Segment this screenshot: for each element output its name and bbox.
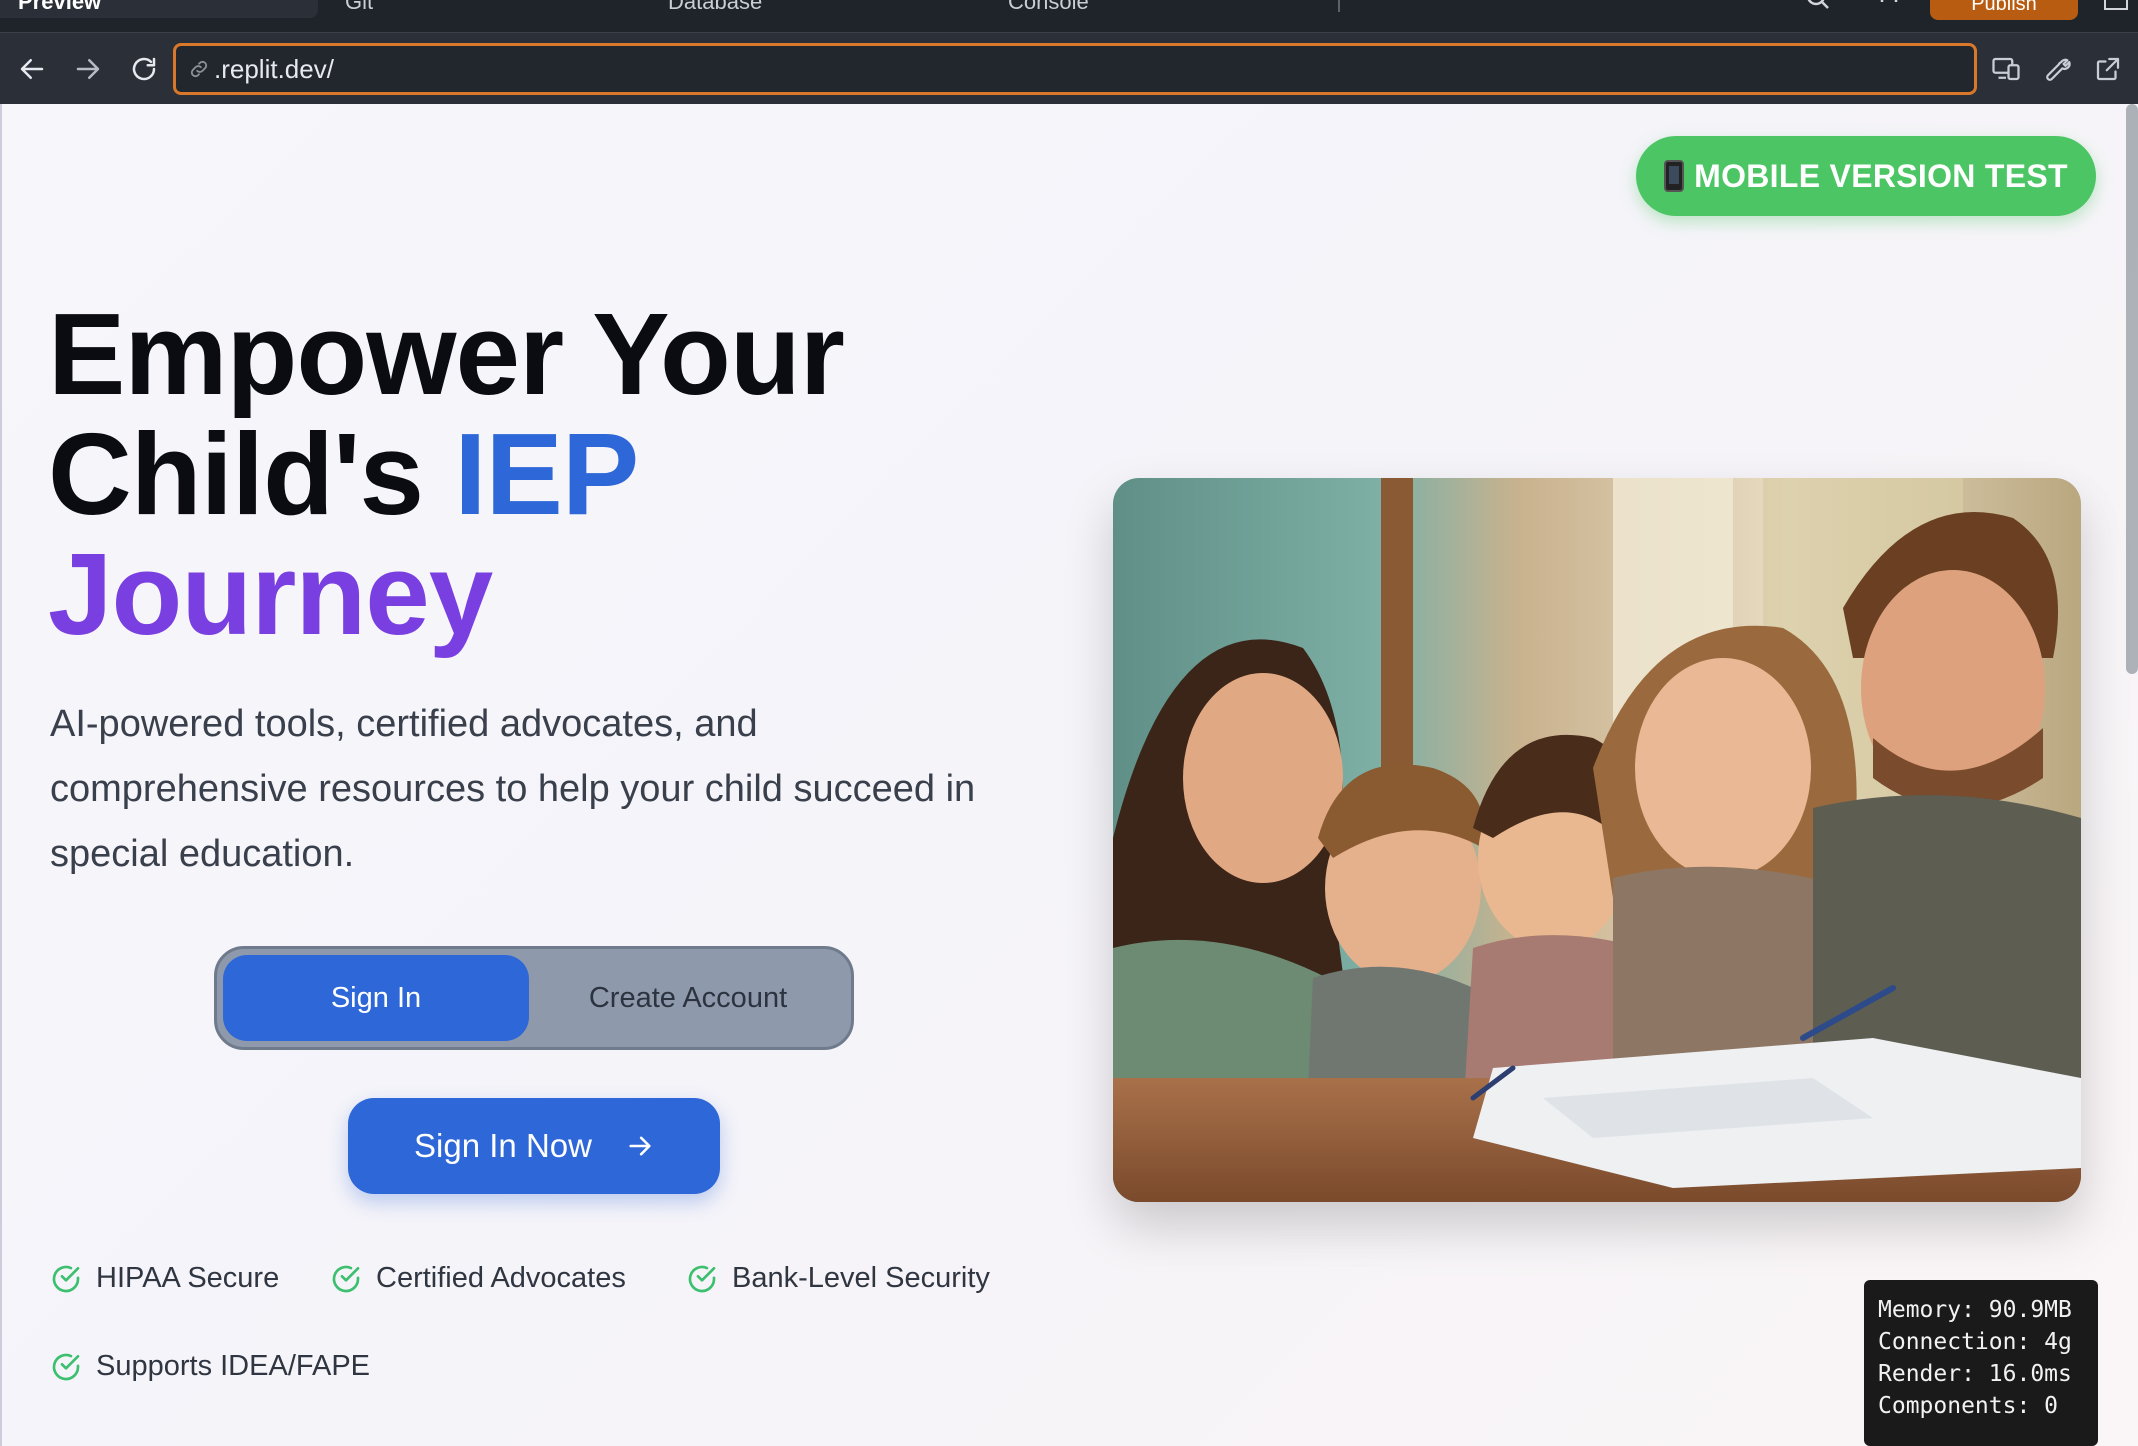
performance-monitor: Memory: 90.9MB Connection: 4g Render: 16… [1864,1280,2098,1446]
hero-title-line3: Journey [48,529,493,659]
search-icon[interactable] [1806,0,1832,12]
reload-icon [132,57,156,81]
trust-badge-label: Bank-Level Security [732,1262,990,1294]
perf-memory: Memory: 90.9MB [1878,1297,2072,1323]
mobile-phone-icon [1664,160,1685,192]
tab-console[interactable]: Console [1008,0,1089,18]
devices-button[interactable] [1988,51,2024,87]
ide-tab-strip: Preview Git Database Console Publish [0,0,2138,32]
back-button[interactable] [14,51,50,87]
open-external-button[interactable] [2090,51,2126,87]
mobile-version-test-label: MOBILE VERSION TEST [1694,157,2068,194]
publish-label: Publish [1971,0,2037,15]
perf-render: Render: 16.0ms [1878,1361,2072,1387]
hero-family-photo [1113,478,2081,1202]
devices-icon [1992,57,2020,81]
trust-badge: Supports IDEA/FAPE [50,1350,370,1383]
url-bar[interactable]: .replit.dev/ [173,43,1977,95]
add-user-icon[interactable] [1878,0,1904,12]
tab-preview-label: Preview [18,0,102,14]
trust-badge-label: Certified Advocates [376,1262,626,1294]
trust-badge: Bank-Level Security [686,1262,990,1295]
hero-title-line1: Empower Your [48,289,845,419]
tab-git[interactable]: Git [345,0,373,18]
mobile-version-test-button[interactable]: MOBILE VERSION TEST [1636,136,2096,216]
url-text: .replit.dev/ [214,53,334,84]
publish-button[interactable]: Publish [1930,0,2078,20]
preview-page: MOBILE VERSION TEST Empower Your Child's… [0,104,2138,1446]
sign-in-now-label: Sign In Now [414,1127,592,1164]
layout-icon[interactable] [2104,0,2128,10]
browser-toolbar: .replit.dev/ [0,32,2138,104]
hero-title-line2: Child's [48,409,455,539]
perf-components: Components: 0 [1878,1393,2059,1419]
tab-database[interactable]: Database [668,0,762,18]
arrow-right-icon [76,59,100,79]
hero-title-accent-iep: IEP [454,409,639,539]
trust-badge: HIPAA Secure [50,1262,279,1295]
check-circle-icon [688,1265,716,1292]
tab-divider [1338,0,1340,12]
sign-in-now-button[interactable]: Sign In Now [348,1098,720,1194]
trust-badge: Certified Advocates [330,1262,626,1295]
trust-badge-label: Supports IDEA/FAPE [96,1350,371,1382]
tab-git-label: Git [345,0,374,14]
devtools-button[interactable] [2040,51,2076,87]
trust-badge-label: HIPAA Secure [96,1262,280,1294]
wrench-icon [2046,58,2071,81]
toggle-create-account-button[interactable]: Create Account [529,955,847,1041]
perf-connection: Connection: 4g [1878,1329,2072,1355]
tab-database-label: Database [668,0,763,14]
tab-preview[interactable]: Preview [0,0,318,18]
check-circle-icon [332,1265,360,1292]
toggle-sign-in-button[interactable]: Sign In [223,955,529,1041]
reload-button[interactable] [126,51,162,87]
check-circle-icon [52,1265,80,1292]
external-link-icon [2096,57,2120,81]
hero-subtitle: AI-powered tools, certified advocates, a… [50,703,976,875]
check-circle-icon [52,1353,80,1380]
forward-button[interactable] [70,51,106,87]
arrow-left-icon [20,59,44,79]
arrow-right-icon [629,1136,651,1156]
link-icon [190,60,208,78]
hero-title: Empower Your Child's IEP Journey [48,294,845,654]
tab-console-label: Console [1008,0,1089,14]
auth-mode-toggle: Sign In Create Account [214,946,854,1050]
scrollbar[interactable] [2126,104,2138,674]
